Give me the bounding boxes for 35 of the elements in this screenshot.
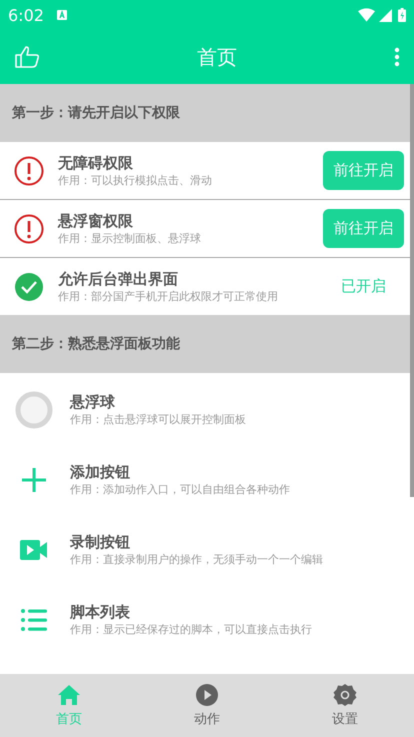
- item-description: 作用：显示已经保存过的脚本，可以直接点击执行: [70, 622, 313, 638]
- nav-tab[interactable]: 设置: [276, 674, 414, 737]
- item-title: 录制按钮: [70, 532, 131, 552]
- item-description: 作用：点击悬浮球可以展开控制面板: [70, 412, 247, 428]
- signal-icon: [379, 8, 392, 22]
- battery-icon: [398, 8, 406, 22]
- nav-tab[interactable]: 动作: [138, 674, 276, 737]
- page-title: 首页: [197, 44, 237, 70]
- item-description: 作用：部分国产手机开启此权限才可正常使用: [58, 288, 279, 304]
- item-title: 添加按钮: [70, 462, 131, 482]
- notification-icon: [56, 9, 68, 21]
- home-icon: [57, 683, 81, 707]
- item-title: 无障碍权限: [58, 152, 134, 172]
- item-description: 作用：直接录制用户的操作，无须手动一个一个编辑: [70, 552, 324, 568]
- play-icon: [195, 683, 219, 707]
- enable-button[interactable]: 前往开启: [323, 209, 404, 248]
- more-menu-button[interactable]: [394, 47, 400, 67]
- item-title: 允许后台弹出界面: [58, 268, 179, 288]
- item-description: 作用：可以执行模拟点击、滑动: [58, 172, 213, 188]
- enable-button[interactable]: 前往开启: [323, 151, 404, 190]
- item-title: 悬浮窗权限: [58, 210, 134, 230]
- more-icon: [394, 47, 400, 67]
- nav-tab[interactable]: 首页: [0, 674, 138, 737]
- status-time: 6:02: [8, 6, 44, 24]
- wifi-icon: [358, 8, 375, 22]
- scrollbar[interactable]: [410, 84, 414, 497]
- like-button[interactable]: [14, 45, 40, 69]
- enabled-status: 已开启: [340, 277, 387, 296]
- settings-icon: [333, 683, 357, 707]
- item-title: 脚本列表: [70, 602, 131, 622]
- thumbs-up-icon: [14, 45, 40, 69]
- floating-ball-icon: [14, 390, 54, 430]
- item-description: 作用：添加动作入口，可以自由组合各种动作: [70, 482, 291, 498]
- item-description: 作用：显示控制面板、悬浮球: [58, 230, 202, 246]
- item-title: 悬浮球: [70, 392, 116, 412]
